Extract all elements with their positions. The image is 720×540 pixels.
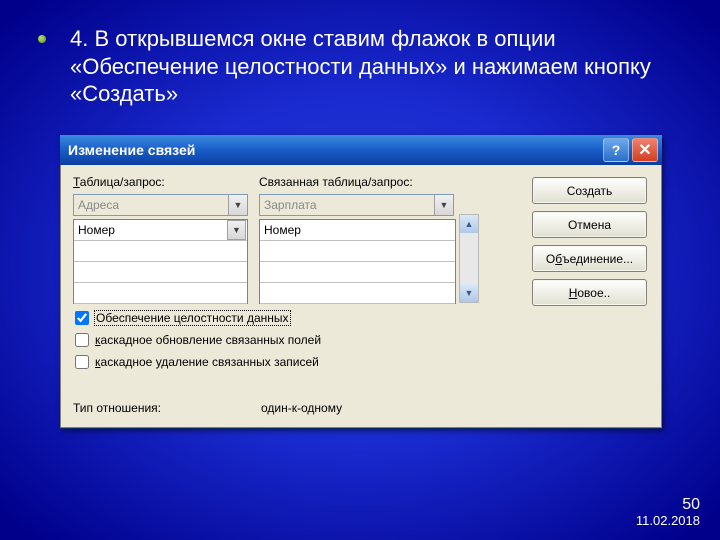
source-fields-grid[interactable]: Номер ▼ [73,219,248,304]
bullet-icon [38,35,46,43]
grid-row[interactable] [260,241,455,262]
integrity-checkbox[interactable] [75,311,89,325]
relation-type-label: Тип отношения: [73,401,161,415]
new-button[interactable]: Новое.. [532,279,647,306]
chevron-down-icon[interactable]: ▼ [227,220,246,240]
scroll-down-icon[interactable]: ▼ [460,284,478,302]
related-field-value: Номер [264,223,453,237]
scroll-up-icon[interactable]: ▲ [460,215,478,233]
table-query-label: Таблица/запрос: [73,175,248,190]
options-group: Обеспечение целостности данных каскадное… [73,307,383,373]
source-field-value: Номер [78,223,227,237]
related-column: Связанная таблица/запрос: Зарплата ▼ Ном… [259,175,479,304]
related-fields-grid[interactable]: Номер [259,219,456,304]
source-table-combo[interactable]: Адреса ▼ [73,194,248,216]
grid-row[interactable]: Номер ▼ [74,220,247,241]
chevron-down-icon: ▼ [228,195,247,215]
page-number: 50 [636,496,700,514]
slide-footer: 50 11.02.2018 [636,496,700,528]
cascade-update-checkbox[interactable] [75,333,89,347]
chevron-down-icon: ▼ [434,195,453,215]
related-table-combo[interactable]: Зарплата ▼ [259,194,454,216]
grid-row[interactable]: Номер [260,220,455,241]
cascade-update-option[interactable]: каскадное обновление связанных полей [73,329,383,351]
grid-scrollbar[interactable]: ▲ ▼ [459,214,479,303]
integrity-label: Обеспечение целостности данных [94,310,291,326]
titlebar[interactable]: Изменение связей ? ✕ [60,135,662,165]
instruction-text: 4. В открывшемся окне ставим флажок в оп… [70,25,660,108]
close-icon: ✕ [638,140,651,160]
source-table-value: Адреса [78,198,228,212]
cascade-delete-label: каскадное удаление связанных записей [94,355,320,369]
slide-date: 11.02.2018 [636,514,700,528]
grid-row[interactable] [74,241,247,262]
related-table-value: Зарплата [264,198,434,212]
dialog-title: Изменение связей [68,142,600,158]
slide: 4. В открывшемся окне ставим флажок в оп… [0,0,720,540]
related-table-query-label: Связанная таблица/запрос: [259,175,479,190]
edit-relationships-dialog: Изменение связей ? ✕ Таблица/запрос: Адр… [60,135,662,429]
grid-row[interactable] [260,283,455,304]
cascade-delete-option[interactable]: каскадное удаление связанных записей [73,351,383,373]
create-button[interactable]: Создать [532,177,647,204]
cascade-update-label: каскадное обновление связанных полей [94,333,322,347]
close-button[interactable]: ✕ [632,138,658,162]
grid-row[interactable] [74,283,247,304]
relation-type-value: один-к-одному [261,401,342,415]
dialog-body: Таблица/запрос: Адреса ▼ Номер ▼ Связанн… [60,165,662,428]
grid-row[interactable] [74,262,247,283]
integrity-option[interactable]: Обеспечение целостности данных [73,307,383,329]
source-column: Таблица/запрос: Адреса ▼ Номер ▼ [73,175,248,304]
cancel-button[interactable]: Отмена [532,211,647,238]
help-button[interactable]: ? [603,138,629,162]
scroll-track[interactable] [460,233,478,284]
cascade-delete-checkbox[interactable] [75,355,89,369]
button-column: Создать Отмена Объединение... Новое.. [532,177,647,313]
join-button[interactable]: Объединение... [532,245,647,272]
grid-row[interactable] [260,262,455,283]
